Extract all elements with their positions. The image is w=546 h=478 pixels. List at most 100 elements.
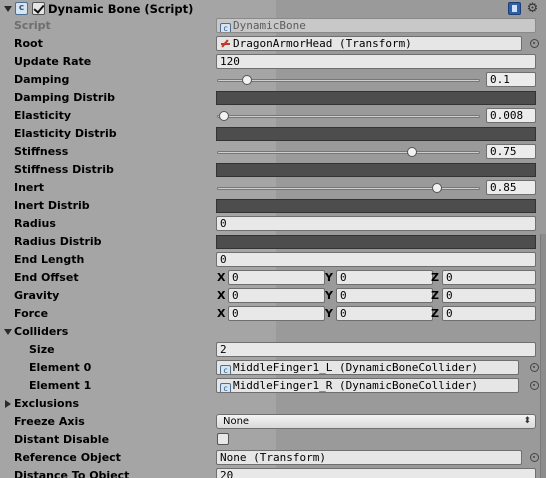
inert-distrib-curve[interactable]: [216, 199, 536, 213]
collider-element-1-label: Element 1: [29, 379, 92, 392]
colliders-size-input[interactable]: 2: [216, 342, 536, 357]
stiffness-label: Stiffness: [14, 145, 69, 158]
elasticity-distrib-curve[interactable]: [216, 127, 536, 141]
damping-label: Damping: [14, 73, 70, 86]
object-picker-icon[interactable]: [530, 453, 539, 462]
inert-label: Inert: [14, 181, 45, 194]
component-enabled-checkbox[interactable]: [32, 2, 45, 15]
radius-input[interactable]: 0: [216, 216, 536, 231]
reference-object-field[interactable]: None (Transform): [216, 450, 522, 465]
gear-icon[interactable]: ⚙: [526, 2, 539, 15]
inert-distrib-label: Inert Distrib: [14, 199, 90, 212]
collider-element-1-row: Element 1 c MiddleFinger1_R (DynamicBoneC…: [0, 377, 546, 395]
gravity-x-label: X: [217, 289, 226, 302]
end-length-input[interactable]: 0: [216, 252, 536, 267]
inert-value-input[interactable]: 0.85: [486, 180, 536, 195]
script-value: DynamicBone: [233, 19, 306, 32]
elasticity-slider-track[interactable]: [217, 115, 480, 118]
update-rate-input[interactable]: 120: [216, 54, 536, 69]
elasticity-row: Elasticity 0.008: [0, 107, 546, 125]
radius-distrib-row: Radius Distrib: [0, 233, 546, 251]
damping-slider-thumb[interactable]: [242, 75, 253, 85]
radius-distrib-curve[interactable]: [216, 235, 536, 249]
collider-element-0-field[interactable]: c MiddleFinger1_L (DynamicBoneCollider): [216, 360, 519, 375]
distance-to-object-input[interactable]: 20: [216, 468, 536, 478]
elasticity-label: Elasticity: [14, 109, 72, 122]
colliders-row[interactable]: Colliders: [0, 323, 546, 341]
stiffness-distrib-curve[interactable]: [216, 163, 536, 177]
gravity-row: Gravity X 0 Y 0 Z 0: [0, 287, 546, 305]
force-x-input[interactable]: 0: [228, 306, 325, 321]
gravity-z-input[interactable]: 0: [442, 288, 536, 303]
root-row: Root DragonArmorHead (Transform): [0, 35, 546, 53]
stiffness-slider-thumb[interactable]: [406, 147, 417, 157]
end-offset-x-input[interactable]: 0: [228, 270, 325, 285]
end-length-label: End Length: [14, 253, 85, 266]
elasticity-distrib-row: Elasticity Distrib: [0, 125, 546, 143]
force-z-input[interactable]: 0: [442, 306, 536, 321]
freeze-axis-row: Freeze Axis None ⬍: [0, 413, 546, 431]
component-foldout-icon[interactable]: [4, 6, 12, 12]
dropdown-arrow-icon: ⬍: [523, 416, 531, 426]
gravity-x-input[interactable]: 0: [228, 288, 325, 303]
freeze-axis-value: None: [223, 416, 250, 427]
end-offset-z-label: Z: [431, 271, 439, 284]
elasticity-value-input[interactable]: 0.008: [486, 108, 536, 123]
freeze-axis-label: Freeze Axis: [14, 415, 85, 428]
freeze-axis-dropdown[interactable]: None ⬍: [216, 414, 536, 429]
script-field: c DynamicBone: [216, 18, 536, 33]
root-object-field[interactable]: DragonArmorHead (Transform): [216, 36, 522, 51]
distant-disable-row: Distant Disable: [0, 431, 546, 449]
force-y-input[interactable]: 0: [336, 306, 433, 321]
elasticity-distrib-label: Elasticity Distrib: [14, 127, 117, 140]
c-sharp-script-icon: c: [15, 2, 28, 15]
component-title: Dynamic Bone (Script): [48, 2, 194, 16]
collider-element-0-value: MiddleFinger1_L (DynamicBoneCollider): [233, 361, 479, 374]
collider-element-0-row: Element 0 c MiddleFinger1_L (DynamicBoneC…: [0, 359, 546, 377]
object-picker-icon[interactable]: [530, 363, 539, 372]
damping-value-input[interactable]: 0.1: [486, 72, 536, 87]
damping-distrib-curve[interactable]: [216, 91, 536, 105]
inert-row: Inert 0.85: [0, 179, 546, 197]
damping-distrib-label: Damping Distrib: [14, 91, 115, 104]
colliders-size-row: Size 2: [0, 341, 546, 359]
end-offset-z-input[interactable]: 0: [442, 270, 536, 285]
transform-icon: [220, 38, 231, 49]
exclusions-row[interactable]: Exclusions: [0, 395, 546, 413]
script-asset-icon: c: [220, 23, 231, 32]
stiffness-value-input[interactable]: 0.75: [486, 144, 536, 159]
distance-to-object-label: Distance To Object: [14, 469, 130, 478]
c-sharp-script-icon: c: [220, 383, 231, 392]
gravity-label: Gravity: [14, 289, 60, 302]
object-picker-icon[interactable]: [530, 381, 539, 390]
damping-slider-track[interactable]: [217, 79, 480, 82]
c-sharp-script-icon: c: [220, 365, 231, 374]
stiffness-slider-track[interactable]: [217, 151, 480, 154]
gravity-y-input[interactable]: 0: [336, 288, 433, 303]
elasticity-slider-thumb[interactable]: [219, 111, 230, 121]
collider-element-0-label: Element 0: [29, 361, 92, 374]
distant-disable-checkbox[interactable]: [217, 433, 229, 445]
radius-label: Radius: [14, 217, 56, 230]
help-book-icon[interactable]: [508, 2, 521, 15]
stiffness-row: Stiffness 0.75: [0, 143, 546, 161]
collider-element-1-field[interactable]: c MiddleFinger1_R (DynamicBoneCollider): [216, 378, 519, 393]
stiffness-distrib-row: Stiffness Distrib: [0, 161, 546, 179]
force-x-label: X: [217, 307, 226, 320]
collider-element-1-value: MiddleFinger1_R (DynamicBoneCollider): [233, 379, 479, 392]
force-row: Force X 0 Y 0 Z 0: [0, 305, 546, 323]
object-picker-icon[interactable]: [530, 39, 539, 48]
root-value: DragonArmorHead (Transform): [233, 37, 412, 50]
root-label: Root: [14, 37, 43, 50]
stiffness-distrib-label: Stiffness Distrib: [14, 163, 114, 176]
reference-object-row: Reference Object None (Transform): [0, 449, 546, 467]
reference-object-label: Reference Object: [14, 451, 121, 464]
end-offset-y-label: Y: [325, 271, 333, 284]
radius-row: Radius 0: [0, 215, 546, 233]
end-offset-y-input[interactable]: 0: [336, 270, 433, 285]
colliders-foldout-icon[interactable]: [4, 329, 12, 335]
script-row: Script c DynamicBone: [0, 17, 546, 35]
inert-slider-thumb[interactable]: [432, 183, 443, 193]
exclusions-foldout-icon[interactable]: [5, 400, 11, 408]
gravity-y-label: Y: [325, 289, 333, 302]
